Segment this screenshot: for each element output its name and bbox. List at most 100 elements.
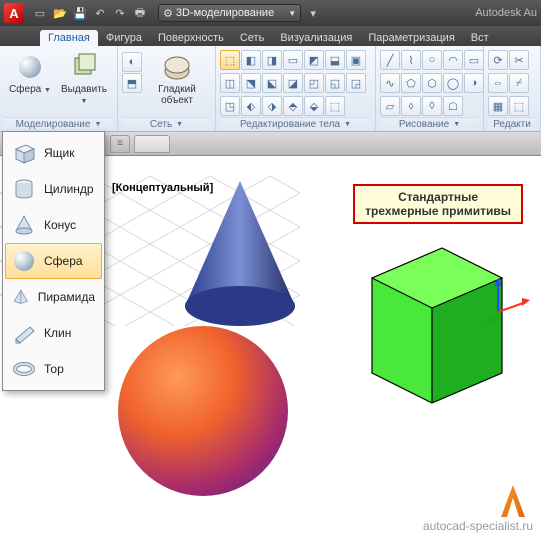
edit-1[interactable]: ▭ <box>283 50 303 70</box>
qat-open-icon[interactable]: 📂 <box>52 5 68 21</box>
mod-6[interactable]: ⬚ <box>509 96 529 116</box>
qat-redo-icon[interactable]: ↷ <box>112 5 128 21</box>
doc-tab-menu[interactable]: ≡ <box>110 135 130 153</box>
dropdown-label: Цилиндр <box>44 182 94 196</box>
qat-dropdown-icon[interactable]: ▾ <box>305 5 321 21</box>
mesh-tool-2[interactable]: ⬒ <box>122 73 142 93</box>
dropdown-label: Клин <box>44 326 71 340</box>
dropdown-item-cone[interactable]: Конус <box>5 207 102 243</box>
dropdown-label: Ящик <box>44 146 75 160</box>
edit-5[interactable]: ◫ <box>220 73 240 93</box>
dropdown-item-wedge[interactable]: Клин <box>5 315 102 351</box>
dropdown-item-torus[interactable]: Тор <box>5 351 102 387</box>
box-primitive <box>352 238 507 408</box>
dropdown-label: Пирамида <box>38 290 95 304</box>
edit-2[interactable]: ◩ <box>304 50 324 70</box>
union-button[interactable]: ⬚ <box>220 50 240 70</box>
watermark-text: autocad-specialist.ru <box>423 519 533 533</box>
extrude-button[interactable]: Выдавить ▼ <box>58 48 110 110</box>
circle-button[interactable]: ○ <box>422 50 442 70</box>
qat-save-icon[interactable]: 💾 <box>72 5 88 21</box>
pline-button[interactable]: ⌇ <box>401 50 421 70</box>
tab-figure[interactable]: Фигура <box>98 30 150 46</box>
dropdown-item-box[interactable]: Ящик <box>5 135 102 171</box>
workspace-selector[interactable]: ⚙ 3D-моделирование ▼ <box>158 4 301 22</box>
edit-10[interactable]: ◱ <box>325 73 345 93</box>
draw-14[interactable]: ☖ <box>443 96 463 116</box>
box-icon <box>12 141 36 165</box>
cylinder-icon <box>12 177 36 201</box>
line-button[interactable]: ╱ <box>380 50 400 70</box>
smooth-object-label: Гладкий объект <box>147 84 207 106</box>
qat-undo-icon[interactable]: ↶ <box>92 5 108 21</box>
draw-13[interactable]: ◊ <box>422 96 442 116</box>
arc-button[interactable]: ◠ <box>443 50 463 70</box>
chevron-down-icon: ▼ <box>94 121 101 128</box>
panel-modeling-title[interactable]: Моделирование▼ <box>4 117 113 131</box>
wedge-icon <box>12 321 36 345</box>
sphere-primitive <box>118 326 288 496</box>
draw-12[interactable]: ⬨ <box>401 96 421 116</box>
mesh-tool-1[interactable]: ◐ <box>122 52 142 72</box>
edit-8[interactable]: ◪ <box>283 73 303 93</box>
tab-parametric[interactable]: Параметризация <box>360 30 462 46</box>
tab-mesh[interactable]: Сеть <box>232 30 272 46</box>
mod-2[interactable]: ✂ <box>509 50 529 70</box>
subtract-button[interactable]: ◧ <box>241 50 261 70</box>
sphere-button[interactable]: Сфера ▼ <box>4 48 56 99</box>
mod-4[interactable]: ⌿ <box>509 73 529 93</box>
edit-12[interactable]: ◳ <box>220 96 240 116</box>
edit-3[interactable]: ⬓ <box>325 50 345 70</box>
draw-8[interactable]: ⬡ <box>422 73 442 93</box>
draw-10[interactable]: ◑ <box>464 73 484 93</box>
mod-5[interactable]: ▦ <box>488 96 508 116</box>
app-menu-button[interactable]: A <box>4 3 24 23</box>
edit-6[interactable]: ⬔ <box>241 73 261 93</box>
panel-solid-edit-title[interactable]: Редактирование тела▼ <box>220 117 371 131</box>
sphere-icon <box>14 51 46 83</box>
pyramid-icon <box>12 285 30 309</box>
edit-16[interactable]: ⬙ <box>304 96 324 116</box>
edit-17[interactable]: ⬚ <box>325 96 345 116</box>
mod-1[interactable]: ⟳ <box>488 50 508 70</box>
dropdown-item-cylinder[interactable]: Цилиндр <box>5 171 102 207</box>
draw-9[interactable]: ◯ <box>443 73 463 93</box>
edit-15[interactable]: ⬘ <box>283 96 303 116</box>
rect-button[interactable]: ▭ <box>464 50 484 70</box>
app-title: Autodesk Au <box>475 7 537 19</box>
edit-9[interactable]: ◰ <box>304 73 324 93</box>
qat-new-icon[interactable]: ▭ <box>32 5 48 21</box>
edit-14[interactable]: ⬗ <box>262 96 282 116</box>
dropdown-item-sphere[interactable]: Сфера <box>5 243 102 279</box>
edit-7[interactable]: ⬕ <box>262 73 282 93</box>
doc-tab-1[interactable] <box>134 135 170 153</box>
cone-primitive <box>175 176 305 341</box>
tab-surface[interactable]: Поверхность <box>150 30 232 46</box>
draw-11[interactable]: ▱ <box>380 96 400 116</box>
panel-mesh-title[interactable]: Сеть▼ <box>122 117 211 131</box>
panel-draw-title[interactable]: Рисование▼ <box>380 117 479 131</box>
tab-insert[interactable]: Вст <box>463 30 497 46</box>
ribbon-tabs: Главная Фигура Поверхность Сеть Визуализ… <box>0 26 541 46</box>
gear-icon: ⚙ <box>163 7 173 20</box>
draw-7[interactable]: ⬠ <box>401 73 421 93</box>
tab-home[interactable]: Главная <box>40 30 98 46</box>
intersect-button[interactable]: ◨ <box>262 50 282 70</box>
edit-13[interactable]: ⬖ <box>241 96 261 116</box>
panel-modify-title[interactable]: Редакти <box>488 117 536 131</box>
tab-visualize[interactable]: Визуализация <box>272 30 360 46</box>
panel-modeling: Сфера ▼ Выдавить ▼ Моделирование▼ <box>0 46 118 131</box>
mod-3[interactable]: ⇔ <box>488 73 508 93</box>
qat-print-icon[interactable]: 🖶 <box>132 5 148 21</box>
smooth-object-button[interactable]: Гладкий объект <box>144 48 210 109</box>
sphere-icon <box>12 249 36 273</box>
edit-11[interactable]: ◲ <box>346 73 366 93</box>
panel-draw: ╱ ⌇ ○ ◠ ▭ ∿ ⬠ ⬡ ◯ ◑ ▱ ⬨ ◊ ☖ Рисование▼ <box>376 46 484 131</box>
title-bar: A ▭ 📂 💾 ↶ ↷ 🖶 ⚙ 3D-моделирование ▼ ▾ Aut… <box>0 0 541 26</box>
ribbon: Сфера ▼ Выдавить ▼ Моделирование▼ ◐ ⬒ Гл… <box>0 46 541 132</box>
ucs-gizmo-icon[interactable] <box>486 278 532 324</box>
dropdown-label: Тор <box>44 362 64 376</box>
dropdown-item-pyramid[interactable]: Пирамида <box>5 279 102 315</box>
edit-4[interactable]: ▣ <box>346 50 366 70</box>
draw-6[interactable]: ∿ <box>380 73 400 93</box>
